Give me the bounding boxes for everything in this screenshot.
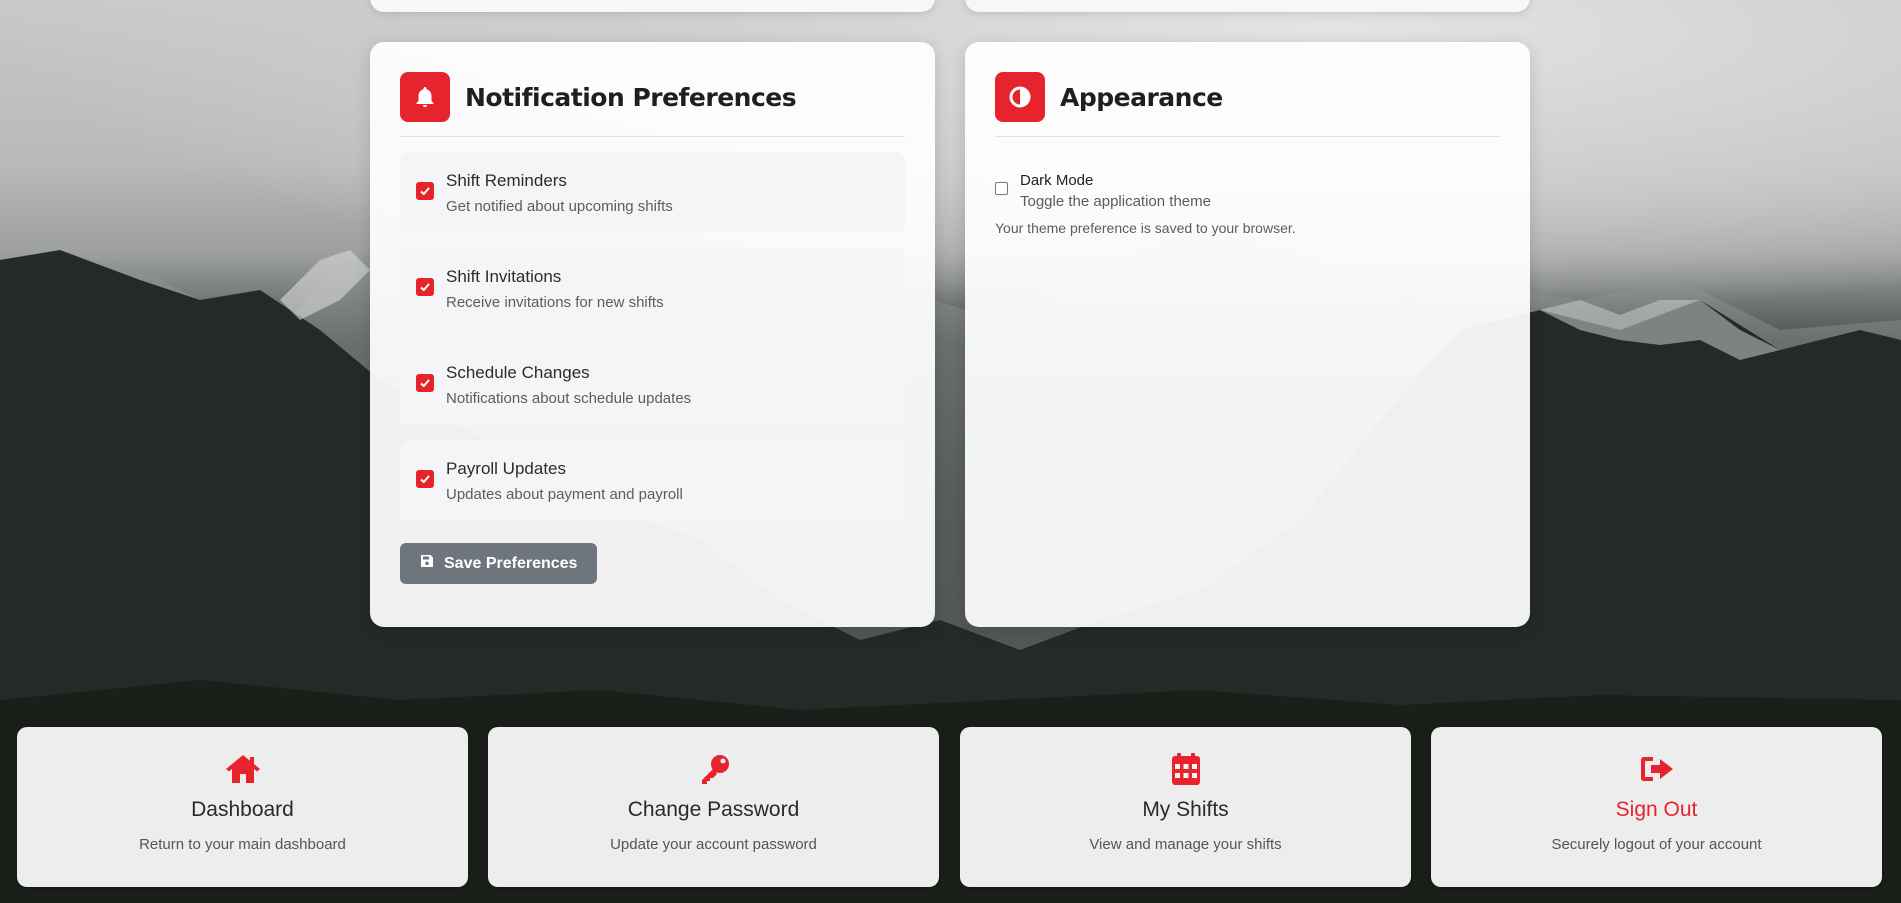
pref-shift-invitations: Shift Invitations Receive invitations fo… — [400, 248, 905, 329]
nav-card-description: Return to your main dashboard — [139, 836, 346, 853]
dark-mode-row: Dark Mode Toggle the application theme — [995, 172, 1500, 210]
notification-card-header: Notification Preferences — [400, 72, 905, 137]
schedule-changes-checkbox[interactable] — [416, 374, 434, 392]
nav-card-description: Update your account password — [610, 836, 817, 853]
dark-mode-label: Dark Mode — [1020, 172, 1094, 189]
nav-card-description: Securely logout of your account — [1551, 836, 1762, 853]
nav-card-title: My Shifts — [1142, 798, 1229, 821]
nav-card-title: Sign Out — [1615, 798, 1698, 821]
nav-card-title: Change Password — [627, 798, 800, 821]
nav-card-title: Dashboard — [191, 798, 294, 821]
pref-description: Get notified about upcoming shifts — [446, 198, 673, 215]
pref-title: Shift Invitations — [446, 267, 562, 286]
dark-mode-description: Toggle the application theme — [1020, 193, 1211, 210]
appearance-card-header: Appearance — [995, 72, 1500, 137]
previous-card-left-edge — [370, 0, 935, 12]
contrast-icon — [995, 72, 1045, 122]
save-preferences-button[interactable]: Save Preferences — [400, 543, 598, 584]
sign-out-icon — [1637, 752, 1677, 786]
pref-description: Updates about payment and payroll — [446, 486, 683, 503]
save-preferences-label: Save Preferences — [444, 554, 578, 572]
shift-reminders-checkbox[interactable] — [416, 182, 434, 200]
bell-icon — [400, 72, 450, 122]
home-icon — [223, 752, 263, 786]
payroll-updates-checkbox[interactable] — [416, 470, 434, 488]
calendar-icon — [1166, 752, 1206, 786]
pref-title: Payroll Updates — [446, 459, 567, 478]
shift-invitations-checkbox[interactable] — [416, 278, 434, 296]
pref-schedule-changes: Schedule Changes Notifications about sch… — [400, 344, 905, 425]
pref-payroll-updates: Payroll Updates Updates about payment an… — [400, 440, 905, 521]
appearance-card: Appearance Dark Mode Toggle the applicat… — [965, 42, 1530, 627]
appearance-card-title: Appearance — [1060, 82, 1223, 112]
pref-shift-reminders: Shift Reminders Get notified about upcom… — [400, 152, 905, 233]
nav-card-dashboard[interactable]: Dashboard Return to your main dashboard — [17, 727, 468, 887]
pref-description: Receive invitations for new shifts — [446, 294, 664, 311]
theme-preference-note: Your theme preference is saved to your b… — [995, 220, 1296, 236]
nav-card-change-password[interactable]: Change Password Update your account pass… — [488, 727, 939, 887]
pref-title: Shift Reminders — [446, 171, 567, 190]
previous-card-right-edge — [965, 0, 1530, 12]
nav-card-sign-out[interactable]: Sign Out Securely logout of your account — [1431, 727, 1882, 887]
notification-preferences-card: Notification Preferences Shift Reminders… — [370, 42, 935, 627]
nav-card-my-shifts[interactable]: My Shifts View and manage your shifts — [960, 727, 1411, 887]
pref-title: Schedule Changes — [446, 363, 590, 382]
nav-card-description: View and manage your shifts — [1089, 836, 1282, 853]
dark-mode-checkbox[interactable] — [995, 182, 1008, 195]
key-icon — [694, 752, 734, 786]
notification-card-title: Notification Preferences — [465, 82, 797, 112]
floppy-disk-icon — [420, 554, 434, 573]
pref-description: Notifications about schedule updates — [446, 390, 692, 407]
